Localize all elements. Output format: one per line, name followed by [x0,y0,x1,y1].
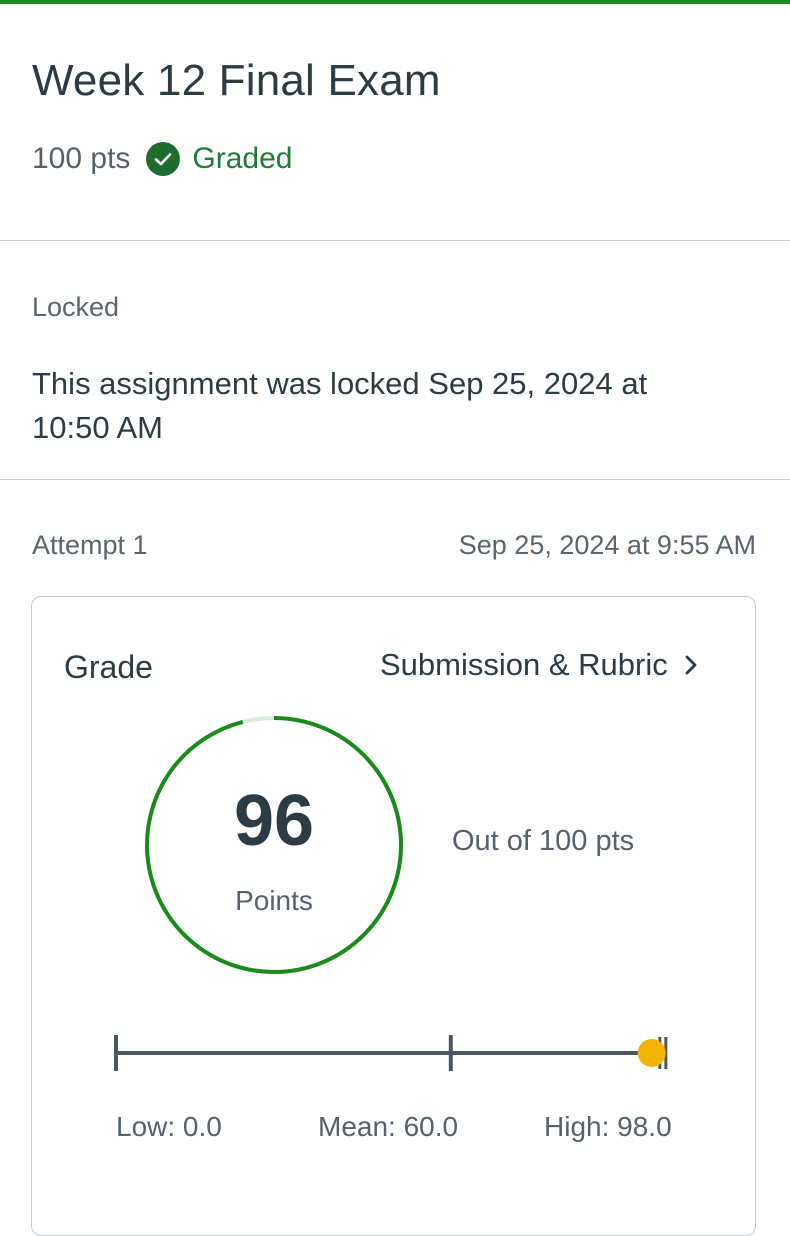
submission-rubric-label: Submission & Rubric [380,647,668,682]
out-of-label: Out of 100 pts [452,825,635,857]
locked-label: Locked [32,292,120,322]
status-badge: Graded [192,142,293,175]
grade-card: Grade Submission & Rubric 96 Points Out … [31,596,756,1236]
page-title: Week 12 Final Exam [32,56,441,105]
stat-high: High: 98.0 [544,1111,672,1142]
assignment-meta: 100 pts Graded [32,138,293,180]
points-possible: 100 pts [32,142,131,175]
stat-mean: Mean: 60.0 [318,1111,459,1142]
score-value: 96 [233,781,315,861]
check-circle-icon [146,142,181,176]
grade-statistics-bar [114,1035,668,1071]
stat-low: Low: 0.0 [116,1111,222,1142]
submission-rubric-link[interactable]: Submission & Rubric [380,647,702,683]
grade-heading: Grade [64,649,153,685]
score-unit: Points [235,885,313,916]
locked-message: This assignment was locked Sep 25, 2024 … [32,366,648,445]
section-divider [0,479,790,480]
attempt-date: Sep 25, 2024 at 9:55 AM [458,530,756,560]
section-divider [0,240,790,241]
chevron-right-icon [682,650,702,680]
top-accent-bar [0,0,790,4]
attempt-label: Attempt 1 [32,530,148,560]
dot-marker-icon [637,1039,666,1067]
